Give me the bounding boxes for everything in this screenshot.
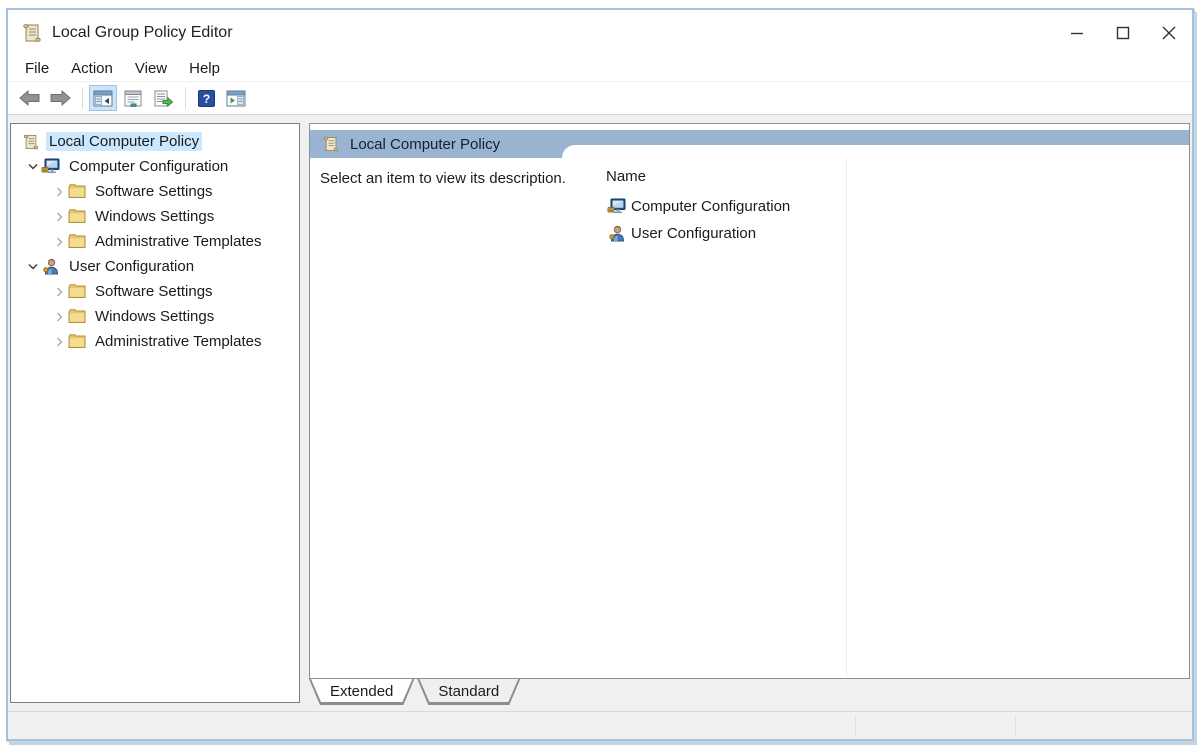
local-group-policy-editor-window: Local Group Policy Editor File Action Vi… [6,8,1194,741]
header-band-notch [562,145,1189,158]
tree-item-local-computer-policy[interactable]: Local Computer Policy [11,129,299,154]
user-icon [606,225,626,242]
forward-button[interactable] [46,85,74,111]
chevron-right-icon[interactable] [51,187,67,197]
show-action-pane-button[interactable] [222,85,250,111]
menu-file[interactable]: File [14,58,60,79]
maximize-button[interactable] [1100,10,1146,55]
tree-item-label: Local Computer Policy [46,132,202,151]
show-console-tree-button[interactable] [89,85,117,111]
back-button[interactable] [16,85,44,111]
tab-extended[interactable]: Extended [309,679,414,705]
console-tree-pane: Local Computer Policy [10,123,300,703]
status-bar-divider [1015,715,1016,736]
tree-item-label: Administrative Templates [92,232,264,251]
show-action-pane-icon [226,90,246,107]
properties-button[interactable] [119,85,147,111]
tab-extended-label: Extended [310,679,413,703]
folder-icon [67,209,86,224]
tree-item-label: Windows Settings [92,207,217,226]
gpo-scroll-icon [21,133,40,151]
view-tabs: Extended Standard [309,679,1190,711]
tree-item-label: Software Settings [92,182,216,201]
status-bar-divider [855,715,856,736]
tree-item-label: Software Settings [92,282,216,301]
list-item-computer-configuration[interactable]: Computer Configuration [606,193,1189,220]
tree-item-software-settings-user[interactable]: Software Settings [11,279,299,304]
details-header-band: Local Computer Policy [310,130,1189,158]
help-button[interactable]: ? [192,85,220,111]
tree-item-label: User Configuration [66,257,197,276]
chevron-down-icon[interactable] [25,163,41,170]
tree-item-label: Windows Settings [92,307,217,326]
properties-icon [123,90,143,107]
description-panel: Select an item to view its description. [310,158,598,678]
details-header-title: Local Computer Policy [350,136,500,153]
computer-icon [41,158,60,175]
name-column-header[interactable]: Name [606,168,1189,185]
right-column: Local Computer Policy Select an item to … [309,123,1190,711]
show-console-tree-icon [93,90,113,107]
tree-item-label: Computer Configuration [66,157,231,176]
user-icon [41,258,60,275]
folder-icon [67,234,86,249]
close-button[interactable] [1146,10,1192,55]
column-divider [846,158,847,678]
toolbar: ? [8,82,1192,115]
pane-splitter[interactable] [300,123,309,711]
status-bar [8,711,1192,739]
menu-help[interactable]: Help [178,58,231,79]
menu-bar: File Action View Help [8,55,1192,82]
tree-item-administrative-templates-user[interactable]: Administrative Templates [11,329,299,354]
content-area: Local Computer Policy [8,115,1192,711]
items-list: Name [598,158,1189,678]
tree-item-computer-configuration[interactable]: Computer Configuration [11,154,299,179]
export-list-button[interactable] [149,85,177,111]
export-list-icon [153,90,173,107]
tab-standard-label: Standard [418,679,519,703]
forward-arrow-icon [49,90,71,106]
gpo-scroll-icon [21,22,43,44]
chevron-down-icon[interactable] [25,263,41,270]
chevron-right-icon[interactable] [51,337,67,347]
tree-item-windows-settings[interactable]: Windows Settings [11,204,299,229]
help-icon: ? [198,90,215,107]
svg-text:?: ? [202,92,209,106]
window-title: Local Group Policy Editor [52,24,233,42]
tree-item-label: Administrative Templates [92,332,264,351]
chevron-right-icon[interactable] [51,287,67,297]
details-body: Select an item to view its description. … [310,158,1189,678]
back-arrow-icon [19,90,41,106]
tab-standard[interactable]: Standard [417,679,520,705]
tree-item-user-configuration[interactable]: User Configuration [11,254,299,279]
folder-icon [67,309,86,324]
list-item-label: User Configuration [631,225,756,242]
menu-action[interactable]: Action [60,58,124,79]
toolbar-separator [82,87,83,109]
chevron-right-icon[interactable] [51,312,67,322]
tree-item-windows-settings-user[interactable]: Windows Settings [11,304,299,329]
chevron-right-icon[interactable] [51,237,67,247]
gpo-scroll-icon [322,135,340,153]
computer-icon [606,198,626,215]
folder-icon [67,284,86,299]
details-pane: Local Computer Policy Select an item to … [309,123,1190,679]
title-bar: Local Group Policy Editor [8,10,1192,55]
list-item-user-configuration[interactable]: User Configuration [606,220,1189,247]
folder-icon [67,334,86,349]
chevron-right-icon[interactable] [51,212,67,222]
tree-item-software-settings[interactable]: Software Settings [11,179,299,204]
menu-view[interactable]: View [124,58,178,79]
minimize-button[interactable] [1054,10,1100,55]
toolbar-separator [185,87,186,109]
folder-icon [67,184,86,199]
list-item-label: Computer Configuration [631,198,790,215]
tree-item-administrative-templates[interactable]: Administrative Templates [11,229,299,254]
